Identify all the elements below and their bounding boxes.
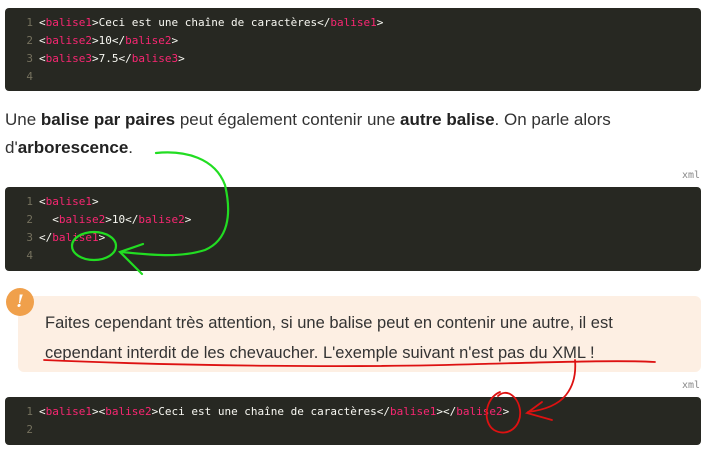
xml-tag: balise1: [330, 16, 377, 29]
xml-tag: balise2: [125, 34, 172, 47]
line-number: 4: [26, 70, 33, 83]
code-block-1: 1 <balise1>Ceci est une chaîne de caractè…: [5, 8, 701, 91]
xml-text: 10: [98, 34, 112, 47]
code-line: 4: [5, 68, 701, 86]
line-number: 1: [26, 16, 33, 29]
line-number: 3: [26, 231, 33, 244]
xml-tag: balise1: [45, 405, 92, 418]
xml-text: Ceci est une chaîne de caractères: [98, 16, 318, 29]
code-line: 3 </balise1>: [5, 229, 701, 247]
code-line: 2 <balise2>10</balise2>: [5, 32, 701, 50]
xml-text: 10: [111, 213, 126, 226]
code-block-3: 1 <balise1><balise2>Ceci est une chaîne d…: [5, 397, 701, 445]
para-text: .: [128, 138, 134, 157]
xml-tag: balise2: [45, 34, 92, 47]
xml-tag: balise2: [105, 405, 152, 418]
para-bold: balise par paires: [40, 110, 176, 129]
code-language-label: xml: [681, 170, 700, 181]
xml-tag: balise1: [45, 16, 92, 29]
xml-tag: balise3: [45, 52, 92, 65]
line-number: 1: [26, 195, 33, 208]
para-bold: arborescence: [17, 138, 129, 157]
para-bold: autre balise: [400, 110, 495, 129]
code-block-2: 1 <balise1> 2 <balise2>10</balise2> 3 </ba…: [5, 187, 701, 271]
xml-text: Ceci est une chaîne de caractères: [158, 405, 377, 418]
xml-tag: balise3: [131, 52, 179, 65]
xml-text: 7.5: [98, 52, 119, 65]
explanation-paragraph: Une balise par paires peut également con…: [5, 106, 695, 162]
para-text: peut également contenir une: [175, 110, 401, 129]
line-number: 4: [26, 249, 33, 262]
code-line: 4: [5, 247, 701, 265]
xml-tag: balise1: [45, 195, 92, 208]
code-line: 2 <balise2>10</balise2>: [5, 211, 701, 229]
xml-tag: balise2: [138, 213, 185, 226]
para-text: Une: [5, 110, 41, 129]
line-number: 2: [26, 213, 33, 226]
code-language-label: xml: [681, 380, 700, 391]
xml-tag: balise1: [52, 231, 99, 244]
xml-tag: balise1: [390, 405, 437, 418]
line-number: 2: [26, 423, 33, 436]
xml-tag: balise2: [456, 405, 503, 418]
code-line: 1 <balise1>: [5, 193, 701, 211]
code-line: 1 <balise1><balise2>Ceci est une chaîne d…: [5, 403, 701, 421]
line-number: 1: [26, 405, 33, 418]
warning-text: Faites cependant très attention, si une …: [45, 314, 613, 362]
code-line: 1 <balise1>Ceci est une chaîne de caractè…: [5, 14, 701, 32]
line-number: 2: [26, 34, 33, 47]
exclamation-icon: !: [6, 288, 34, 316]
xml-tag: balise2: [58, 213, 106, 226]
code-line: 2: [5, 421, 701, 439]
line-number: 3: [26, 52, 33, 65]
warning-callout: Faites cependant très attention, si une …: [18, 296, 701, 372]
code-line: 3 <balise3>7.5</balise3>: [5, 50, 701, 68]
